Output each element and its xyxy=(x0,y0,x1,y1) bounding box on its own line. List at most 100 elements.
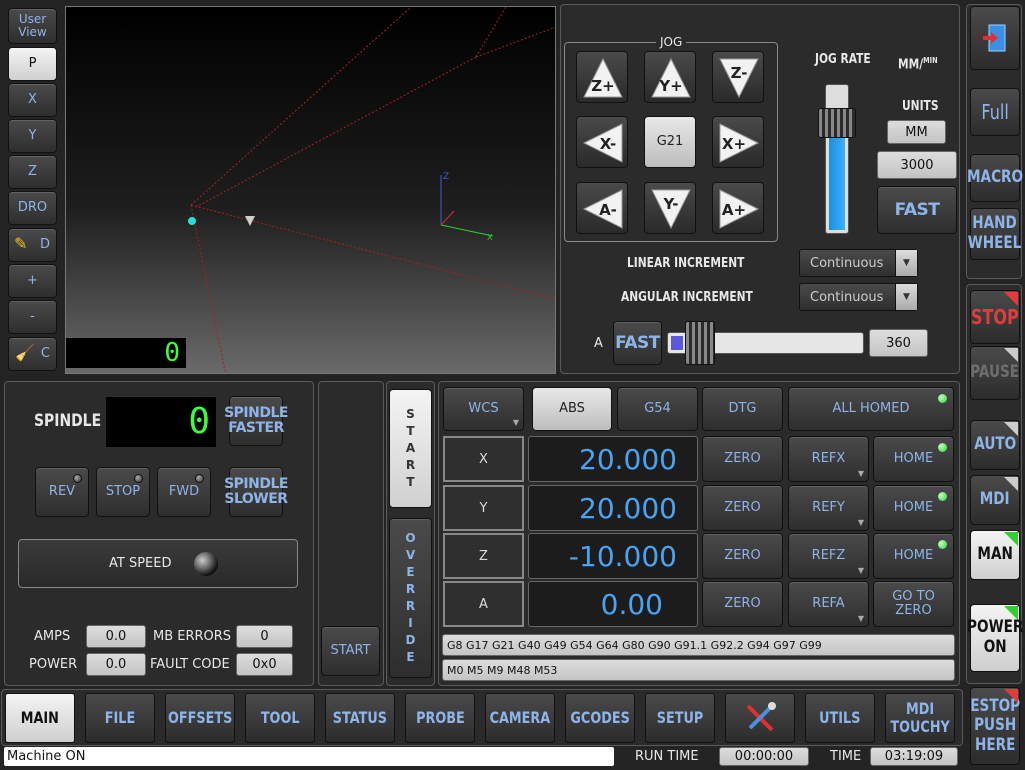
spindle-slower-button[interactable]: SPINDLE SLOWER xyxy=(224,467,288,517)
mdi-mode-button[interactable]: MDI xyxy=(970,475,1020,525)
home-z-button[interactable]: HOME xyxy=(873,533,954,579)
a-rate-value[interactable]: 360 xyxy=(869,329,928,357)
jog-title: JOG xyxy=(656,35,687,49)
g54-button[interactable]: G54 xyxy=(617,387,698,431)
view-d-label: D xyxy=(39,236,50,252)
z-dro-value: -10.000 xyxy=(528,533,698,579)
at-speed-led xyxy=(194,552,218,576)
clear-label: C xyxy=(40,345,50,361)
ref-x-button[interactable]: REFX ▼ xyxy=(788,436,869,482)
user-view-button[interactable]: User View xyxy=(8,8,57,44)
mdi-label: MDI xyxy=(980,489,1010,510)
units-value[interactable]: MM xyxy=(887,120,946,144)
manual-mode-button[interactable]: MAN xyxy=(970,530,1020,580)
spindle-rev-button[interactable]: REV xyxy=(35,467,89,517)
pause-label: PAUSE xyxy=(970,362,1020,383)
zero-x-button[interactable]: ZERO xyxy=(702,436,783,482)
cycle-start-button[interactable]: START xyxy=(321,626,380,676)
exit-button[interactable] xyxy=(970,6,1020,70)
tab-camera-label: CAMERA xyxy=(489,707,551,727)
ref-a-button[interactable]: REFA ▼ xyxy=(788,581,869,627)
auto-label: AUTO xyxy=(974,434,1016,455)
jog-rate-handle[interactable] xyxy=(818,108,856,138)
jog-x-plus-button[interactable]: X+ xyxy=(712,116,764,168)
home-x-button[interactable]: HOME xyxy=(873,436,954,482)
linear-increment-select[interactable]: Continuous ▼ xyxy=(799,249,918,277)
jog-x-minus-button[interactable]: X- xyxy=(576,116,628,168)
view-p-button[interactable]: P xyxy=(8,47,57,81)
jog-rate-value[interactable]: 3000 xyxy=(877,151,957,179)
view-dro-button[interactable]: DRO xyxy=(8,191,57,225)
tab-file[interactable]: FILE xyxy=(85,693,155,743)
estop-button[interactable]: ESTOP PUSH HERE xyxy=(970,687,1020,765)
tab-gcodes-label: GCODES xyxy=(570,707,630,727)
jog-fast-button[interactable]: FAST xyxy=(877,186,957,234)
a-fast-button[interactable]: FAST xyxy=(613,321,662,365)
zero-y-button[interactable]: ZERO xyxy=(702,485,783,531)
units-label: UNITS xyxy=(902,99,939,114)
zoom-out-button[interactable]: - xyxy=(8,300,57,334)
tab-setup-label: SETUP xyxy=(656,707,704,727)
refa-label: REFA xyxy=(812,595,845,611)
tab-mdi-touchy[interactable]: MDI TOUCHY xyxy=(885,693,955,743)
all-homed-button[interactable]: ALL HOMED xyxy=(788,387,954,431)
start-vertical-button[interactable]: START xyxy=(389,389,432,508)
at-speed-label: AT SPEED xyxy=(109,556,172,571)
fullscreen-button[interactable]: Full xyxy=(970,88,1020,136)
tab-tools-icon[interactable] xyxy=(725,693,795,743)
tab-main[interactable]: MAIN xyxy=(5,693,75,743)
tab-main-label: MAIN xyxy=(20,707,60,727)
auto-mode-button[interactable]: AUTO xyxy=(970,420,1020,470)
stop-button[interactable]: STOP xyxy=(970,290,1020,344)
abs-button[interactable]: ABS xyxy=(532,387,612,431)
jog-y-minus-button[interactable]: Y- xyxy=(644,182,696,234)
zero-z-button[interactable]: ZERO xyxy=(702,533,783,579)
view-x-button[interactable]: X xyxy=(8,83,57,117)
toolpath-viewport[interactable]: Z X 0 xyxy=(65,6,556,374)
jog-z-minus-button[interactable]: Z- xyxy=(712,51,764,103)
view-d-button[interactable]: ✎ D xyxy=(8,228,57,262)
handwheel-button[interactable]: HAND WHEEL xyxy=(968,208,1022,260)
pause-indicator xyxy=(1004,348,1018,362)
linear-increment-value: Continuous xyxy=(810,255,884,271)
g21-button[interactable]: G21 xyxy=(644,116,696,168)
zoom-in-button[interactable]: + xyxy=(8,264,57,298)
z-axis-label: Z xyxy=(443,533,524,579)
tab-utils[interactable]: UTILS xyxy=(805,693,875,743)
dtg-button[interactable]: DTG xyxy=(702,387,783,431)
clear-plot-button[interactable]: 🧹 C xyxy=(8,337,57,371)
jog-y-plus-button[interactable]: Y+ xyxy=(644,51,696,103)
tab-camera[interactable]: CAMERA xyxy=(485,693,555,743)
override-vertical-button[interactable]: OVERRIDE xyxy=(389,518,432,678)
go-to-zero-a-button[interactable]: GO TO ZERO xyxy=(873,581,954,627)
tab-gcodes[interactable]: GCODES xyxy=(565,693,635,743)
power-button[interactable]: POWER ON xyxy=(967,604,1023,672)
ref-z-button[interactable]: REFZ ▼ xyxy=(788,533,869,579)
estop-label: ESTOP PUSH HERE xyxy=(970,695,1020,755)
rev-led xyxy=(73,474,82,483)
a-rate-handle[interactable] xyxy=(685,321,715,365)
ref-y-button[interactable]: REFY ▼ xyxy=(788,485,869,531)
home-y-button[interactable]: HOME xyxy=(873,485,954,531)
macro-button[interactable]: MACRO xyxy=(967,154,1023,202)
view-z-button[interactable]: Z xyxy=(8,155,57,189)
tab-tool[interactable]: TOOL xyxy=(245,693,315,743)
jog-z-plus-button[interactable]: Z+ xyxy=(576,51,628,103)
zero-a-button[interactable]: ZERO xyxy=(702,581,783,627)
jog-rate-slider[interactable] xyxy=(825,84,849,234)
spindle-stop-button[interactable]: STOP xyxy=(96,467,150,517)
wcs-dropdown[interactable]: WCS ▼ xyxy=(443,387,524,431)
chevron-down-icon: ▼ xyxy=(857,566,864,576)
angular-increment-select[interactable]: Continuous ▼ xyxy=(799,283,918,311)
tab-offsets[interactable]: OFFSETS xyxy=(165,693,235,743)
svg-text:Z: Z xyxy=(443,172,449,182)
spindle-fwd-button[interactable]: FWD xyxy=(157,467,211,517)
tab-setup[interactable]: SETUP xyxy=(645,693,715,743)
jog-a-minus-button[interactable]: A- xyxy=(576,182,628,234)
tab-status[interactable]: STATUS xyxy=(325,693,395,743)
spindle-faster-button[interactable]: SPINDLE FASTER xyxy=(224,396,288,446)
tab-probe[interactable]: PROBE xyxy=(405,693,475,743)
jog-a-plus-button[interactable]: A+ xyxy=(712,182,764,234)
pause-button[interactable]: PAUSE xyxy=(970,346,1020,400)
view-y-button[interactable]: Y xyxy=(8,119,57,153)
